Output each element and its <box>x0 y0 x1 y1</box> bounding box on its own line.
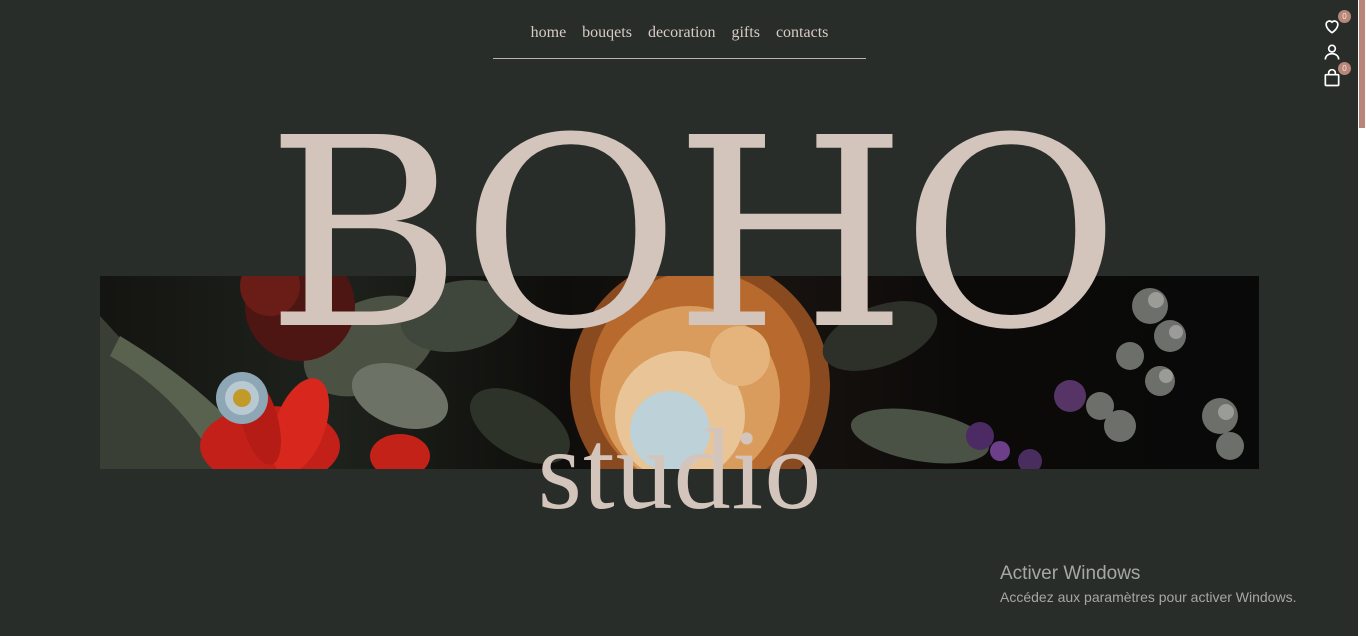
watermark-subtitle: Accédez aux paramètres pour activer Wind… <box>1000 589 1297 605</box>
header-icons: 0 0 <box>1320 10 1351 88</box>
hero-subtitle: studio <box>537 406 823 533</box>
main-nav: home bouqets decoration gifts contacts <box>493 22 866 59</box>
nav-home[interactable]: home <box>531 22 567 58</box>
cart-button[interactable]: 0 <box>1322 62 1351 88</box>
nav-bouqets[interactable]: bouqets <box>582 22 632 58</box>
nav-gifts[interactable]: gifts <box>731 22 759 58</box>
wishlist-button[interactable]: 0 <box>1322 10 1351 36</box>
wishlist-count-badge: 0 <box>1338 10 1351 23</box>
scrollbar-thumb[interactable] <box>1359 0 1365 128</box>
page-scrollbar[interactable] <box>1358 0 1366 636</box>
user-icon <box>1324 44 1340 60</box>
hero-title: BOHO <box>265 82 1120 387</box>
nav-contacts[interactable]: contacts <box>776 22 828 58</box>
cart-count-badge: 0 <box>1338 62 1351 75</box>
watermark-title: Activer Windows <box>1000 563 1141 584</box>
windows-activation-watermark: Activer Windows Accédez aux paramètres p… <box>1000 562 1296 608</box>
account-button[interactable] <box>1322 42 1342 62</box>
nav-decoration[interactable]: decoration <box>648 22 716 58</box>
